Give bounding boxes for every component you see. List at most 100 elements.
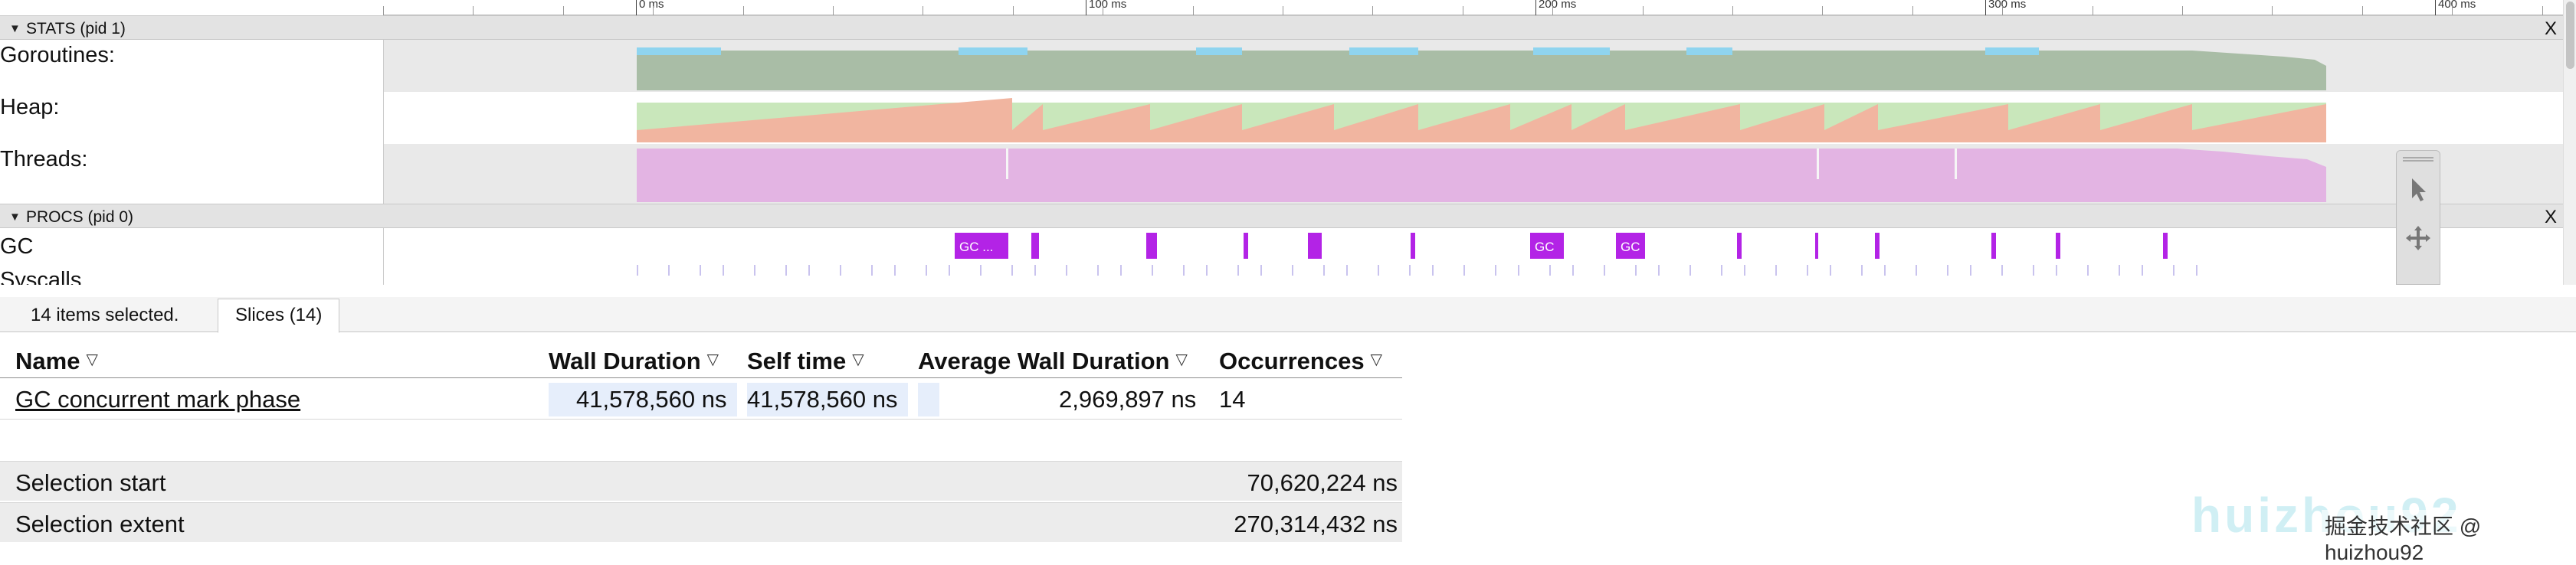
procs-section-title: PROCS (pid 0) [26,208,134,226]
syscall-tick [1346,265,1348,276]
ruler-minor-tick [2182,6,2183,15]
ruler-minor-tick [1732,6,1733,15]
gc-slice-label: GC [1621,240,1640,254]
syscall-tick [1572,265,1574,276]
syscall-tick [1689,265,1691,276]
gc-label: GC [0,234,34,259]
gc-slice[interactable] [1411,233,1415,259]
heap-track[interactable]: Heap: [0,92,2563,144]
syscall-tick [1549,265,1551,276]
ruler-minor-tick [1643,6,1644,15]
gc-slice[interactable] [1991,233,1996,259]
gc-slice[interactable] [1875,233,1880,259]
syscall-tick [840,265,841,276]
syscall-tick [2056,265,2057,276]
gc-slice[interactable] [2056,233,2060,259]
table-row[interactable]: GC concurrent mark phase 41,578,560 ns 4… [0,378,1402,420]
ruler-minor-tick [2362,6,2363,15]
stats-section-title: STATS (pid 1) [26,20,126,38]
ruler-minor-tick [473,6,474,15]
close-icon[interactable]: X [2545,207,2557,228]
ruler-tick [1535,0,1536,15]
ruler-minor-tick [2272,6,2273,15]
syscall-tick [1495,265,1496,276]
threads-track[interactable]: Threads: [0,144,2563,204]
syscall-tick [1237,265,1239,276]
scrollbar-thumb[interactable] [2566,2,2574,69]
syscall-tick [1658,265,1660,276]
selection-start-value: 70,620,224 ns [1247,469,1398,496]
threads-area[interactable] [383,144,2563,204]
gc-slice[interactable] [2163,233,2168,259]
sort-arrow-icon[interactable]: ▽ [852,351,864,368]
ruler-minor-tick [2542,6,2543,15]
syscall-tick [2196,265,2197,276]
syscall-tick [754,265,755,276]
time-ruler[interactable]: 0 ms 100 ms 200 ms 300 ms 400 ms [383,0,2563,15]
threads-label: Threads: [0,147,88,171]
ruler-minor-tick [653,6,654,15]
syscall-tick [1807,265,1808,276]
gc-slice[interactable] [1815,233,1818,259]
timeline-scrollbar[interactable] [2563,0,2576,285]
syscall-tick [926,265,927,276]
mouse-mode-toolbar[interactable] [2396,150,2440,285]
tab-slices[interactable]: Slices (14) [218,299,340,333]
stats-section-header[interactable]: ▼ STATS (pid 1) X [0,15,2563,40]
toolbar-drag-handle[interactable] [2403,157,2433,162]
gc-area[interactable]: GC ... GC GC [383,228,2563,262]
column-header-wall-duration[interactable]: Wall Duration ▽ [549,348,719,375]
syscall-tick [1432,265,1434,276]
selection-cursor-icon[interactable] [2401,172,2435,206]
goroutines-area[interactable] [383,40,2563,92]
syscall-tick [1884,265,1886,276]
column-header-average-wall-duration[interactable]: Average Wall Duration ▽ [918,348,1188,375]
ruler-tick-label: 300 ms [1988,0,2027,11]
syscall-tick [1152,265,1153,276]
collapse-triangle-icon[interactable]: ▼ [9,22,21,35]
ruler-minor-tick [743,6,744,15]
ruler-tick-label: 200 ms [1539,0,1577,11]
gc-slices[interactable]: GC ... GC GC [384,228,2564,262]
close-icon[interactable]: X [2545,18,2557,40]
gc-track[interactable]: GC GC ... GC GC [0,228,2563,262]
gc-slice[interactable] [1146,233,1157,259]
procs-section-header[interactable]: ▼ PROCS (pid 0) X [0,204,2563,228]
column-header-self-time[interactable]: Self time ▽ [747,348,864,375]
syscall-tick [1066,265,1067,276]
syscall-tick [2033,265,2034,276]
collapse-triangle-icon[interactable]: ▼ [9,211,21,224]
ruler-minor-tick [563,6,564,15]
syscalls-label: Syscalls [0,268,82,285]
gc-slice[interactable] [1031,233,1039,259]
pan-move-icon[interactable] [2401,221,2435,255]
sort-arrow-icon[interactable]: ▽ [86,351,97,368]
goroutines-track[interactable]: Goroutines: [0,40,2563,92]
goroutines-label: Goroutines: [0,43,115,67]
syscalls-area[interactable] [383,262,2563,285]
syscall-tick [637,265,638,276]
column-header-name[interactable]: Name ▽ [15,348,98,375]
sort-arrow-icon[interactable]: ▽ [1371,351,1382,368]
gc-slice[interactable] [1244,233,1248,259]
syscalls-track[interactable]: Syscalls [0,262,2563,285]
selection-count: 14 items selected. [31,305,179,325]
ruler-minor-tick [1013,6,1014,15]
sort-arrow-icon[interactable]: ▽ [1175,351,1187,368]
slice-name-link[interactable]: GC concurrent mark phase [15,386,300,413]
ruler-tick-label: 400 ms [2438,0,2476,11]
goroutines-counter-chart [637,47,2326,90]
wall-duration-value: 41,578,560 ns [576,386,727,413]
syscall-tick [723,265,724,276]
column-header-occurrences[interactable]: Occurrences ▽ [1219,348,1382,375]
timeline-view[interactable]: 0 ms 100 ms 200 ms 300 ms 400 ms ▼ STATS… [0,0,2576,285]
slices-table: Name ▽ Wall Duration ▽ Self time ▽ Average … [0,340,1402,420]
syscall-tick [2087,265,2089,276]
syscall-tick [2001,265,2003,276]
gc-slice[interactable] [1737,233,1742,259]
sort-arrow-icon[interactable]: ▽ [707,351,719,368]
analysis-panel: 14 items selected. Slices (14) Name ▽ Wal… [0,285,2576,548]
heap-area[interactable] [383,92,2563,144]
gc-slice[interactable] [1308,233,1322,259]
syscall-tick [1097,265,1099,276]
